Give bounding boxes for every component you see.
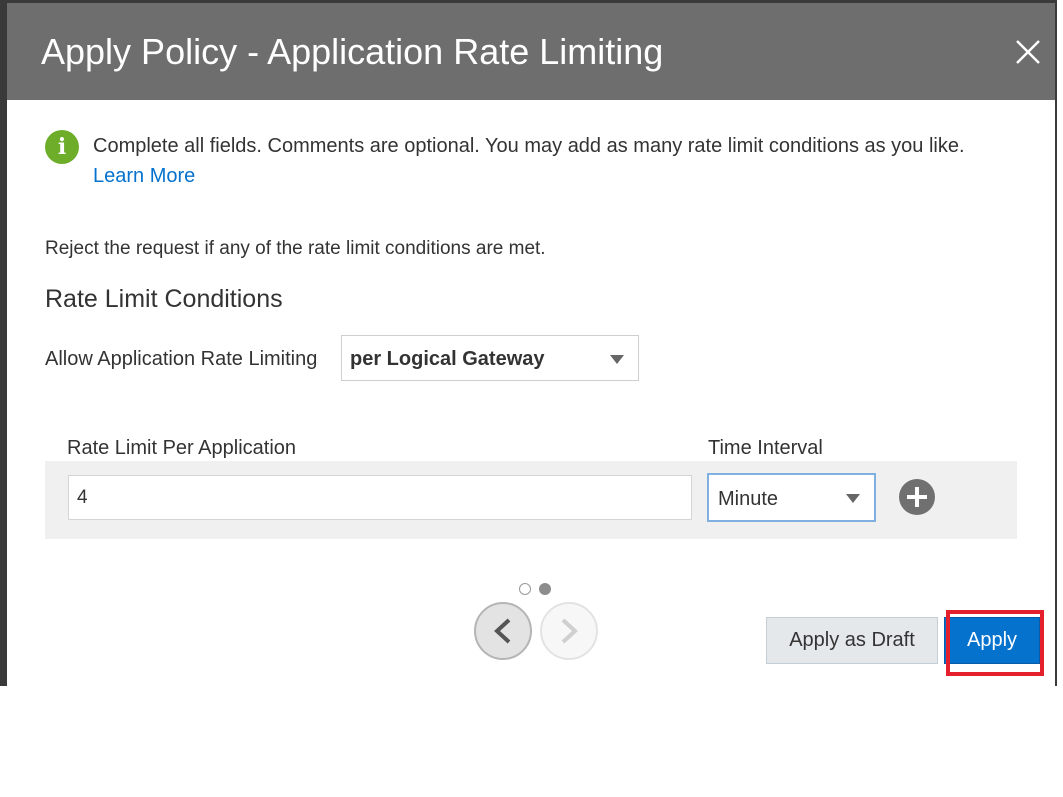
section-title: Rate Limit Conditions <box>45 285 283 313</box>
rate-limit-label: Rate Limit Per Application <box>67 437 297 459</box>
apply-button[interactable]: Apply <box>944 617 1040 664</box>
allow-rate-limiting-label: Allow Application Rate Limiting <box>45 348 318 370</box>
apply-policy-dialog: Apply Policy - Application Rate Limiting… <box>0 0 1057 686</box>
chevron-down-icon <box>610 355 624 364</box>
plus-circle-icon[interactable] <box>899 479 935 515</box>
rate-limit-input[interactable] <box>68 475 692 520</box>
info-message: Complete all fields. Comments are option… <box>93 135 965 157</box>
reject-description: Reject the request if any of the rate li… <box>45 238 546 259</box>
chevron-down-icon <box>846 494 860 503</box>
close-icon[interactable] <box>1015 39 1041 65</box>
apply-as-draft-button[interactable]: Apply as Draft <box>766 617 938 664</box>
next-page-button[interactable] <box>540 602 598 660</box>
dialog-title: Apply Policy - Application Rate Limiting <box>41 31 664 72</box>
time-interval-select[interactable]: Minute <box>707 473 876 522</box>
page-indicator-1 <box>519 583 531 595</box>
page-indicator-2 <box>539 583 551 595</box>
dialog-header: Apply Policy - Application Rate Limiting <box>7 0 1055 100</box>
rate-limiting-scope-select[interactable]: per Logical Gateway <box>341 335 639 381</box>
rate-limiting-scope-value: per Logical Gateway <box>350 348 545 370</box>
time-interval-value: Minute <box>718 488 779 510</box>
chevron-left-icon <box>494 618 511 644</box>
chevron-right-icon <box>561 618 578 644</box>
time-interval-label: Time Interval <box>708 437 823 459</box>
learn-more-link[interactable]: Learn More <box>93 165 195 188</box>
info-icon: i <box>45 130 79 164</box>
previous-page-button[interactable] <box>474 602 532 660</box>
